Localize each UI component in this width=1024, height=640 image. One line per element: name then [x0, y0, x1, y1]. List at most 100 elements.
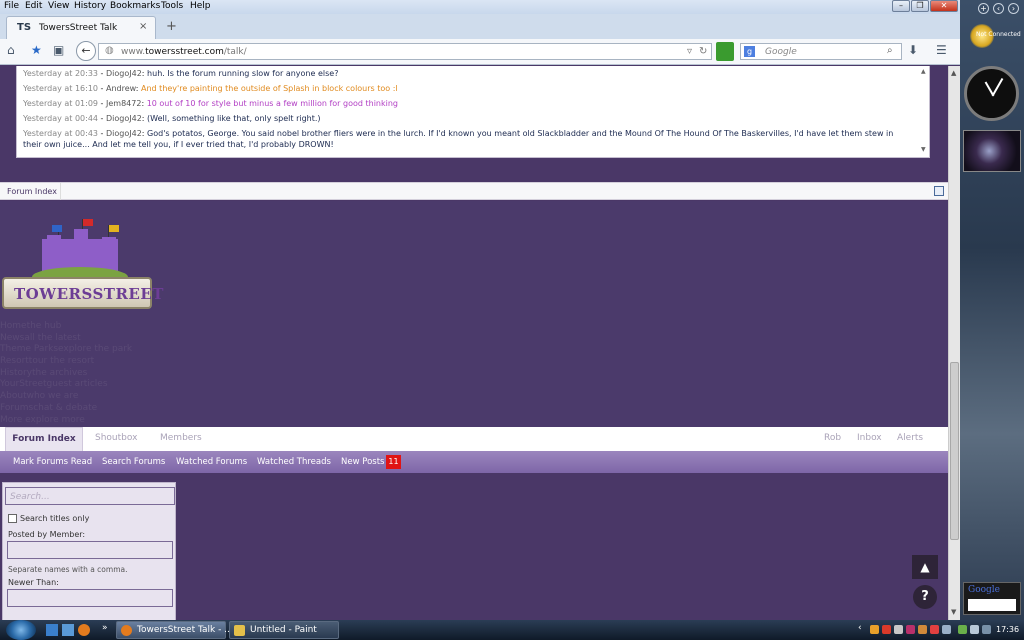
slideshow-gadget[interactable]	[963, 130, 1021, 172]
watched-forums-link[interactable]: Watched Forums	[176, 457, 247, 467]
blue-flag	[52, 225, 62, 232]
logo-text: TOWERSSTREET	[14, 285, 164, 303]
navigation-bar: ⌂ ★ ▣ ← ▤ ◍ www.towersstreet.com/talk/ ▿…	[0, 39, 960, 65]
reload-icon[interactable]: ↻	[699, 46, 707, 57]
tab-shoutbox[interactable]: Shoutbox	[95, 427, 137, 451]
site-nav-history[interactable]: Historythe archives	[0, 368, 140, 380]
scroll-up-arrow-icon[interactable]: ▲	[951, 69, 956, 77]
search-input[interactable]: Search...	[5, 487, 175, 505]
tab-close-icon[interactable]: ×	[139, 21, 147, 32]
tray-app-icon[interactable]	[882, 625, 891, 634]
extension-icon[interactable]	[716, 42, 734, 61]
search-forums-link[interactable]: Search Forums	[102, 457, 165, 467]
tray-app-icon[interactable]	[894, 625, 903, 634]
bookmark-star-icon[interactable]: ★	[31, 43, 42, 57]
tray-app-icon[interactable]	[918, 625, 927, 634]
tray-app-icon[interactable]	[906, 625, 915, 634]
tray-app-icon[interactable]	[870, 625, 879, 634]
network-tray-icon[interactable]	[958, 625, 967, 634]
menu-edit[interactable]: Edit	[25, 1, 42, 11]
tray-app-icon[interactable]	[930, 625, 939, 634]
menu-help[interactable]: Help	[190, 1, 211, 11]
sidebar-prev-icon[interactable]: ‹	[993, 3, 1004, 14]
scroll-down-arrow-icon[interactable]: ▼	[951, 608, 956, 616]
menu-view[interactable]: View	[48, 1, 69, 11]
scrollbar-thumb[interactable]	[950, 362, 959, 540]
red-flag	[83, 219, 93, 226]
site-nav-resort[interactable]: Resorttour the resort	[0, 356, 140, 368]
site-nav-yourstreet[interactable]: YourStreetguest articles	[0, 379, 140, 391]
sidebar-next-icon[interactable]: ›	[1008, 3, 1019, 14]
help-button[interactable]: ?	[913, 585, 937, 609]
tab-alerts[interactable]: Alerts	[897, 427, 923, 451]
shout-user[interactable]: Andrew	[106, 84, 136, 93]
speaker-tray-icon[interactable]	[970, 625, 979, 634]
tab-title: TowersStreet Talk	[39, 23, 118, 33]
menu-tools[interactable]: Tools	[161, 1, 183, 11]
scroll-top-button[interactable]: ▲	[912, 555, 938, 579]
shout-scroll-down-icon[interactable]: ▼	[921, 146, 926, 153]
network-status-gadget[interactable]: Not Connected	[962, 24, 1022, 50]
site-nav-home[interactable]: Homethe hub	[0, 321, 140, 333]
site-nav-forums[interactable]: Forumschat & debate	[0, 403, 140, 415]
site-logo[interactable]: TOWERSSTREET	[2, 215, 163, 311]
new-tab-button[interactable]: +	[166, 19, 177, 34]
download-icon[interactable]: ⬇	[908, 43, 918, 57]
site-nav-theme-parks[interactable]: Theme Parksexplore the park	[0, 344, 140, 356]
close-window-button[interactable]: ✕	[930, 0, 958, 12]
google-gadget-input[interactable]	[968, 599, 1016, 611]
tab-user[interactable]: Rob	[824, 427, 841, 451]
new-posts-link[interactable]: New Posts	[341, 457, 384, 467]
page-scrollbar[interactable]: ▲ ▼	[948, 66, 960, 620]
quicklaunch-more-icon[interactable]: »	[102, 623, 108, 633]
shout-user[interactable]: DiogoJ42	[106, 69, 142, 78]
titles-only-checkbox[interactable]	[8, 514, 17, 523]
site-identity-icon[interactable]: ◍	[105, 45, 114, 56]
shout-scroll-up-icon[interactable]: ▲	[921, 68, 926, 75]
firefox-quicklaunch-icon[interactable]	[78, 624, 90, 636]
search-icon[interactable]: ⌕	[887, 45, 893, 56]
newer-than-input[interactable]	[7, 589, 173, 607]
google-search-gadget[interactable]: Google	[963, 582, 1021, 615]
watched-threads-link[interactable]: Watched Threads	[257, 457, 331, 467]
menu-history[interactable]: History	[74, 1, 106, 11]
breadcrumb-forum-index[interactable]: Forum Index	[7, 187, 57, 196]
switch-windows-icon[interactable]	[62, 624, 74, 636]
tray-expand-icon[interactable]: ‹	[858, 623, 862, 633]
site-nav-more[interactable]: More explore more	[0, 415, 140, 427]
show-desktop-icon[interactable]	[46, 624, 58, 636]
power-tray-icon[interactable]	[982, 625, 991, 634]
clipboard-icon[interactable]: ▣	[53, 43, 64, 57]
menu-bookmarks[interactable]: Bookmarks	[110, 1, 160, 11]
browser-tab-active[interactable]: TS TowersStreet Talk ×	[6, 16, 156, 39]
url-dropdown-icon[interactable]: ▿	[687, 46, 692, 57]
posted-by-member-input[interactable]	[7, 541, 173, 559]
shoutbox-panel: Yesterday at 20:33 - DiogoJ42: huh. Is t…	[16, 66, 930, 158]
mark-forums-read-link[interactable]: Mark Forums Read	[13, 457, 92, 467]
tab-inbox[interactable]: Inbox	[857, 427, 882, 451]
taskbar-firefox[interactable]: TowersStreet Talk - ...	[116, 621, 233, 639]
sidebar-add-icon[interactable]: +	[978, 3, 989, 14]
site-nav-about[interactable]: Aboutwho we are	[0, 391, 140, 403]
start-button[interactable]	[6, 620, 36, 640]
home-icon[interactable]: ⌂	[7, 43, 15, 57]
shout-user[interactable]: DiogoJ42	[106, 114, 142, 123]
restore-button[interactable]: ❐	[911, 0, 929, 12]
external-link-icon[interactable]	[934, 186, 944, 196]
search-bar[interactable]: g Google ⌕	[740, 43, 902, 60]
taskbar-paint[interactable]: Untitled - Paint	[229, 621, 339, 639]
tab-forum-index[interactable]: Forum Index	[5, 427, 83, 451]
site-nav-news[interactable]: Newsall the latest	[0, 333, 140, 345]
url-bar[interactable]: ◍ www.towersstreet.com/talk/ ▿ ↻	[98, 43, 712, 60]
shout-user[interactable]: Jem8472	[106, 99, 141, 108]
tray-app-icon[interactable]	[942, 625, 951, 634]
search-engine-icon[interactable]: g	[744, 46, 755, 57]
taskbar-clock[interactable]: 17:36	[996, 625, 1019, 634]
shout-user[interactable]: DiogoJ42	[106, 129, 142, 138]
menu-hamburger-icon[interactable]: ☰	[936, 43, 947, 57]
minimize-button[interactable]: –	[892, 0, 910, 12]
menu-file[interactable]: File	[4, 1, 19, 11]
tab-members[interactable]: Members	[160, 427, 202, 451]
back-button[interactable]: ←	[76, 41, 96, 61]
clock-gadget[interactable]	[964, 66, 1019, 121]
